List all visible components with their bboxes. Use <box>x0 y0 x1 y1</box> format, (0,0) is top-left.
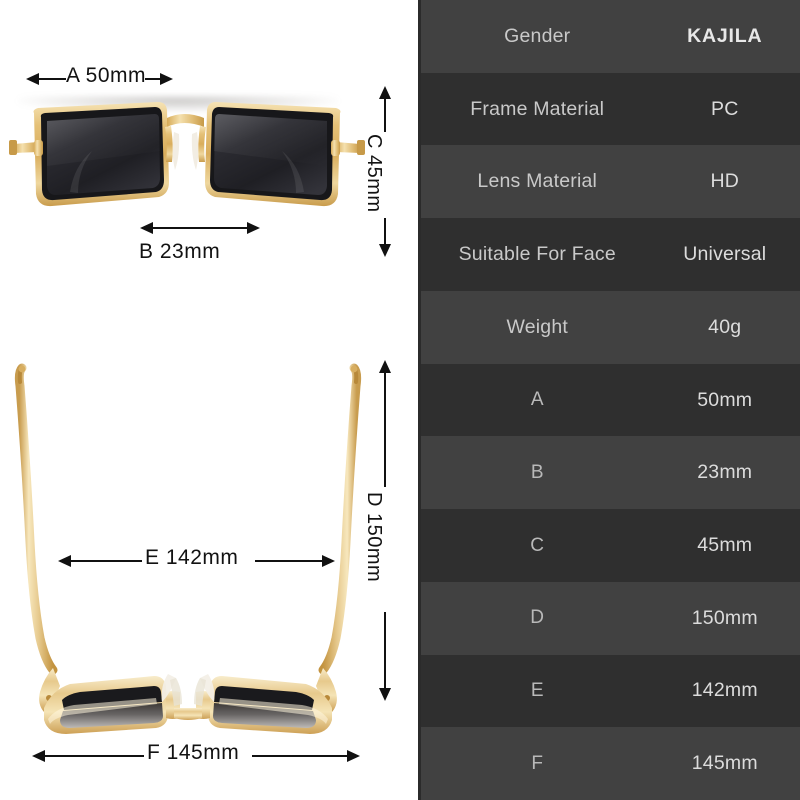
dimension-e-label: E 142mm <box>145 546 239 569</box>
dimension-c-label: C 45mm <box>363 134 385 213</box>
diagram-panel: A 50mm B 23mm C 45mm E 142mm D 150mm F 1… <box>0 0 410 800</box>
spec-value: HD <box>710 170 740 193</box>
table-row: Lens Material HD <box>421 145 800 219</box>
table-row: F 145mm <box>421 727 800 800</box>
spec-panel-white-gutter <box>410 0 418 800</box>
product-spec-image: A 50mm B 23mm C 45mm E 142mm D 150mm F 1… <box>0 0 800 800</box>
table-row: Weight 40g <box>421 290 800 364</box>
spec-label: C <box>530 534 545 556</box>
folded-view-diagram: E 142mm D 150mm F 145mm <box>0 330 410 800</box>
sunglasses-front-illustration <box>9 102 365 207</box>
spec-label: A <box>530 389 544 411</box>
spec-label: Suitable For Face <box>458 243 616 266</box>
spec-label: Weight <box>506 315 569 338</box>
table-row: B 23mm <box>421 436 800 510</box>
spec-value: 40g <box>708 315 742 338</box>
spec-value: 23mm <box>697 461 753 484</box>
spec-table: Gender KAJILA Frame Material PC Lens Mat… <box>421 0 800 800</box>
spec-label: E <box>530 679 544 701</box>
table-row: C 45mm <box>421 509 800 582</box>
dimension-d-label: D 150mm <box>363 492 385 583</box>
dimension-f-label: F 145mm <box>147 741 240 764</box>
table-row: Suitable For Face Universal <box>421 218 800 291</box>
table-row: A 50mm <box>421 363 800 437</box>
spec-label: F <box>531 752 544 774</box>
dimension-b-label: B 23mm <box>139 240 221 263</box>
spec-value: 142mm <box>691 679 758 702</box>
spec-label: Lens Material <box>477 170 598 193</box>
spec-value: 50mm <box>697 388 753 411</box>
spec-value: Universal <box>683 243 767 266</box>
table-row: Frame Material PC <box>421 72 800 146</box>
table-row: Gender KAJILA <box>421 0 800 73</box>
spec-value: PC <box>711 97 739 120</box>
spec-label: Gender <box>504 24 571 47</box>
spec-value: 45mm <box>697 534 753 556</box>
table-row: D 150mm <box>421 581 800 655</box>
dimension-a-label: A 50mm <box>66 64 147 87</box>
front-view-diagram: A 50mm B 23mm C 45mm <box>0 0 410 300</box>
spec-label: B <box>530 461 544 483</box>
spec-value: 145mm <box>691 752 758 775</box>
spec-value: KAJILA <box>687 24 763 47</box>
table-row: E 142mm <box>421 654 800 728</box>
spec-table-panel: Gender KAJILA Frame Material PC Lens Mat… <box>410 0 800 800</box>
spec-label: D <box>530 607 545 629</box>
spec-label: Frame Material <box>470 97 605 120</box>
spec-value: 150mm <box>691 606 758 629</box>
